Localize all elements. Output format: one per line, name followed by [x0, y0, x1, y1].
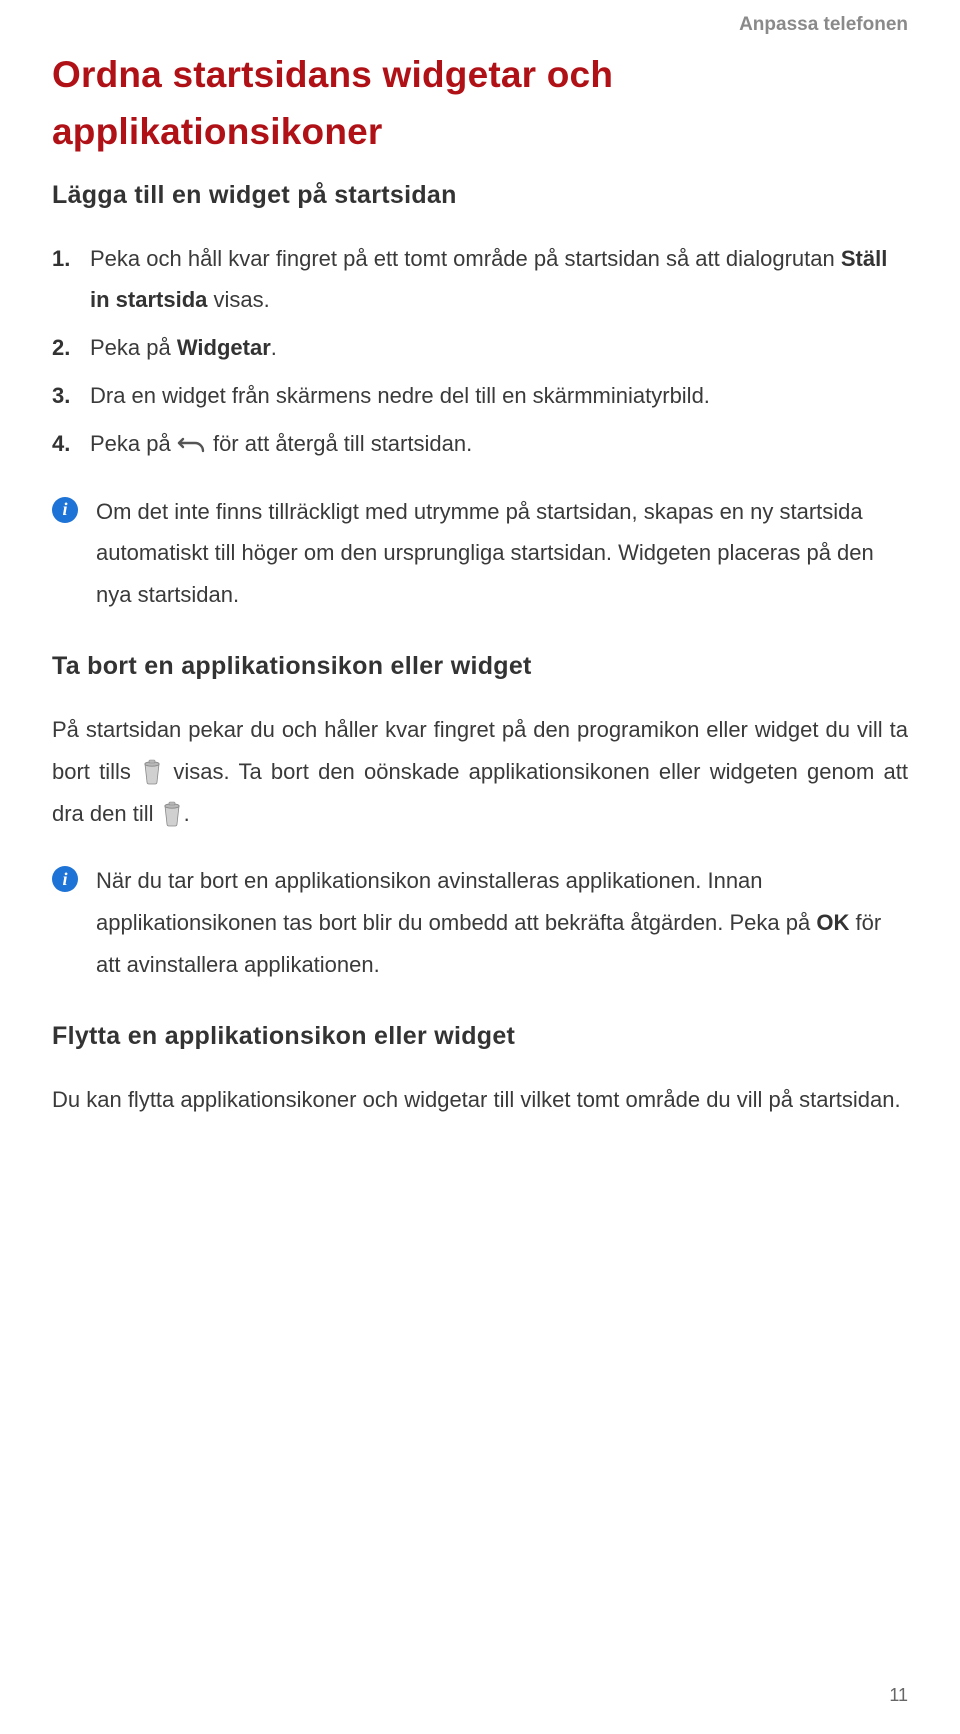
info-icon: i	[52, 866, 78, 892]
step-item: Dra en widget från skärmens nedre del ti…	[52, 375, 908, 417]
page-number: 11	[889, 1685, 908, 1706]
step-text: Peka och håll kvar fingret på ett tomt o…	[90, 246, 841, 271]
heading-remove-widget: Ta bort en applikationsikon eller widget	[52, 652, 908, 681]
step-text: Peka på	[90, 335, 177, 360]
info-text: Om det inte finns tillräckligt med utrym…	[96, 491, 908, 616]
heading-add-widget: Lägga till en widget på startsidan	[52, 181, 908, 210]
page-title: Ordna startsidans widgetar och applikati…	[52, 46, 908, 161]
section-header: Anpassa telefonen	[739, 14, 908, 36]
heading-move-widget: Flytta en applikationsikon eller widget	[52, 1022, 908, 1051]
step-text-tail: .	[271, 335, 277, 360]
paragraph: På startsidan pekar du och håller kvar f…	[52, 709, 908, 834]
info-text-a: När du tar bort en applikationsikon avin…	[96, 868, 816, 935]
para-text-tail: .	[184, 801, 190, 826]
step-text: Peka på	[90, 431, 177, 456]
info-text: När du tar bort en applikationsikon avin…	[96, 860, 908, 985]
step-item: Peka på för att återgå till startsidan.	[52, 423, 908, 465]
trash-icon	[160, 799, 184, 827]
document-page: Anpassa telefonen Ordna startsidans widg…	[0, 0, 960, 1734]
step-text: Dra en widget från skärmens nedre del ti…	[90, 383, 710, 408]
info-icon: i	[52, 497, 78, 523]
steps-list: Peka och håll kvar fingret på ett tomt o…	[52, 238, 908, 465]
step-bold: Widgetar	[177, 335, 271, 360]
info-note: i När du tar bort en applikationsikon av…	[52, 860, 908, 985]
step-item: Peka och håll kvar fingret på ett tomt o…	[52, 238, 908, 322]
trash-icon	[140, 757, 164, 785]
info-bold: OK	[816, 910, 849, 935]
back-icon	[177, 427, 207, 451]
step-text-tail: för att återgå till startsidan.	[207, 431, 472, 456]
paragraph: Du kan flytta applikationsikoner och wid…	[52, 1079, 908, 1121]
step-item: Peka på Widgetar.	[52, 327, 908, 369]
step-text-tail: visas.	[207, 287, 269, 312]
info-note: i Om det inte finns tillräckligt med utr…	[52, 491, 908, 616]
